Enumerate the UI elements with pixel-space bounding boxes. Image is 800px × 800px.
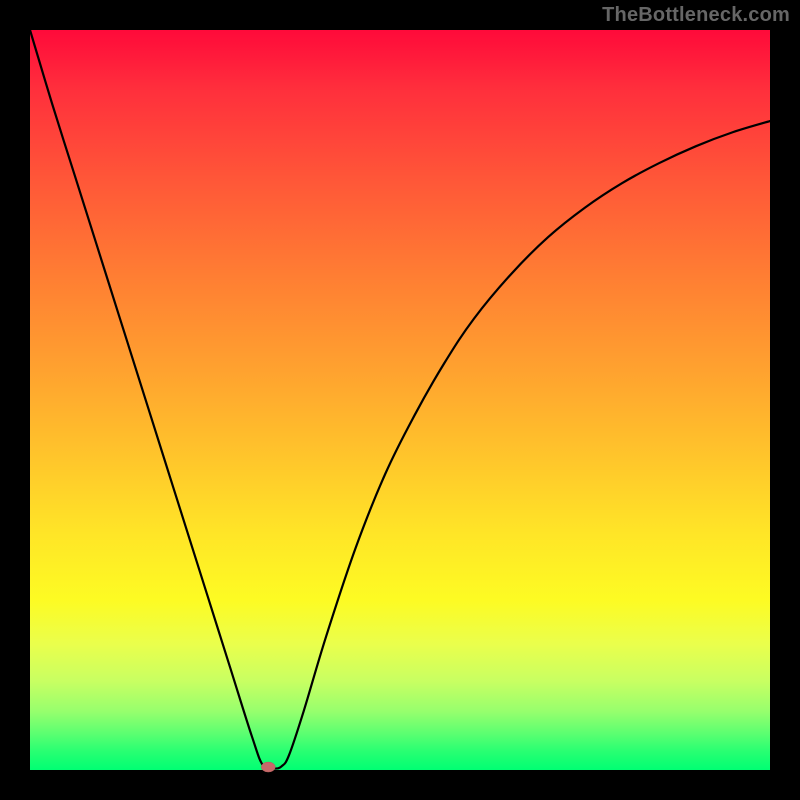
chart-frame: TheBottleneck.com (0, 0, 800, 800)
optimum-marker (261, 762, 275, 772)
curve-line (30, 30, 770, 769)
watermark-text: TheBottleneck.com (602, 4, 790, 27)
plot-area (30, 30, 770, 770)
bottleneck-curve (30, 30, 770, 770)
